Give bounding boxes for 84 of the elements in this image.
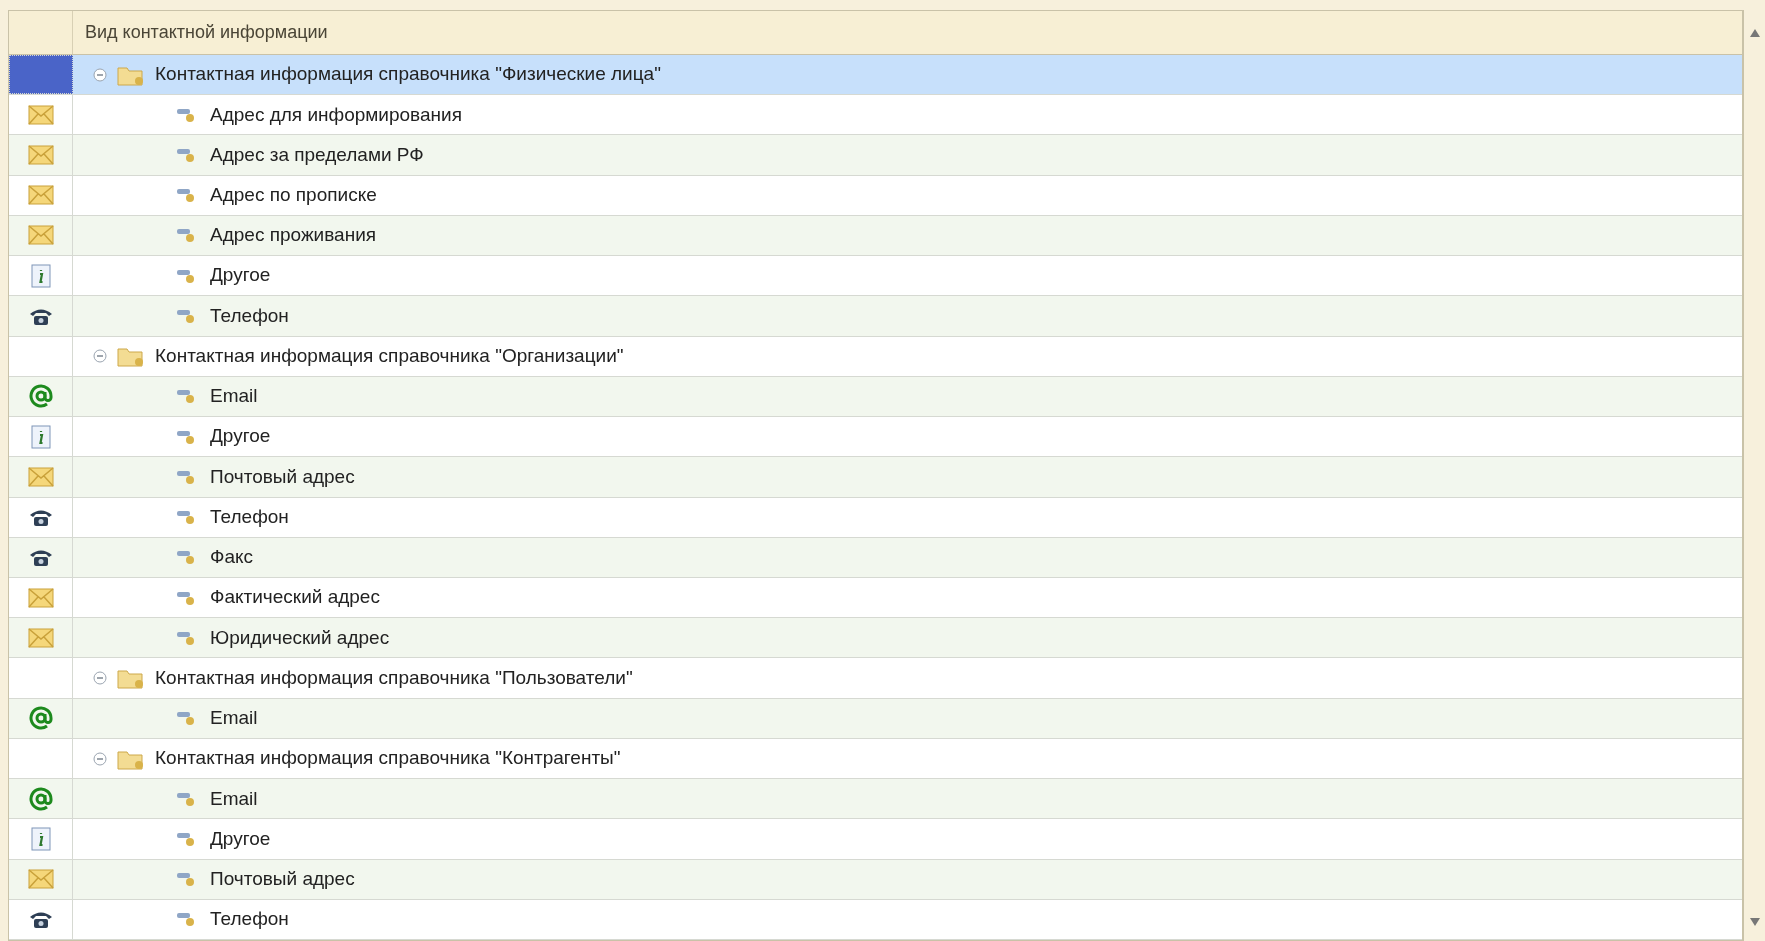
attribute-icon	[176, 468, 196, 485]
attribute-icon	[176, 428, 196, 445]
scroll-down-icon[interactable]	[1748, 917, 1761, 927]
item-label: Телефон	[210, 303, 289, 328]
item-label: Email	[210, 786, 258, 811]
tree-row[interactable]: Другое	[9, 819, 1742, 860]
attribute-icon	[176, 267, 196, 284]
attribute-icon	[176, 629, 196, 646]
tree-row[interactable]: Фактический адрес	[9, 577, 1742, 619]
envelope-icon	[27, 185, 54, 206]
attribute-icon	[176, 710, 196, 727]
attribute-icon	[176, 227, 196, 244]
folder-icon	[117, 345, 145, 368]
tree-row[interactable]: Email	[9, 698, 1742, 739]
group-row[interactable]: Контактная информация справочника "Организации"	[9, 336, 1742, 377]
at-sign-icon	[28, 706, 53, 731]
item-label: Телефон	[210, 504, 289, 529]
attribute-icon	[176, 307, 196, 324]
tree-row[interactable]: Адрес проживания	[9, 215, 1742, 257]
tree-row[interactable]: Email	[9, 779, 1742, 820]
attribute-icon	[176, 831, 196, 847]
tree-row[interactable]: Факс	[9, 537, 1742, 578]
envelope-icon	[27, 587, 54, 608]
tree-row[interactable]: Телефон	[9, 497, 1742, 538]
group-row[interactable]: Контактная информация справочника "Пользователи"	[9, 658, 1742, 699]
at-sign-icon	[28, 384, 53, 409]
item-label: Адрес за пределами РФ	[210, 142, 424, 167]
tree-row[interactable]: Почтовый адрес	[9, 457, 1742, 498]
group-label: Контактная информация справочника "Организации"	[155, 343, 624, 368]
item-label: Факс	[210, 545, 254, 570]
item-label: Email	[210, 384, 258, 409]
item-label: Юридический адрес	[210, 625, 390, 650]
collapse-toggle-icon[interactable]	[93, 67, 107, 82]
envelope-icon	[27, 627, 54, 648]
attribute-icon	[176, 790, 196, 807]
attribute-icon	[176, 871, 196, 888]
collapse-toggle-icon[interactable]	[93, 671, 107, 686]
collapse-toggle-icon[interactable]	[93, 349, 107, 364]
item-label: Адрес для информирования	[210, 102, 462, 127]
tree-row[interactable]: Другое	[9, 256, 1742, 297]
attribute-icon	[176, 147, 196, 163]
tree-row[interactable]: Адрес за пределами РФ	[9, 135, 1742, 176]
scroll-up-icon[interactable]	[1748, 28, 1761, 38]
info-icon	[30, 827, 51, 851]
envelope-icon	[27, 466, 54, 487]
tree-row[interactable]: Email	[9, 376, 1742, 418]
tree-row[interactable]: Адрес для информирования	[9, 95, 1742, 136]
envelope-icon	[27, 225, 54, 246]
tree-row[interactable]: Юридический адрес	[9, 618, 1742, 659]
item-label: Другое	[210, 424, 271, 449]
tree-row[interactable]: Почтовый адрес	[9, 859, 1742, 900]
envelope-icon	[27, 104, 54, 125]
folder-icon	[117, 667, 145, 690]
item-label: Другое	[210, 826, 271, 851]
tree-row[interactable]: Адрес по прописке	[9, 175, 1742, 216]
item-label: Почтовый адрес	[210, 866, 355, 891]
attribute-icon	[176, 187, 196, 204]
item-label: Фактический адрес	[210, 585, 380, 610]
attribute-icon	[176, 509, 196, 526]
info-icon	[30, 424, 51, 449]
item-label: Адрес по прописке	[210, 183, 377, 207]
attribute-icon	[176, 589, 196, 606]
envelope-icon	[27, 145, 54, 165]
envelope-icon	[27, 869, 54, 890]
group-row[interactable]: Контактная информация справочника "Контрагенты"	[9, 738, 1742, 780]
item-label: Адрес проживания	[210, 223, 377, 248]
attribute-icon	[176, 106, 196, 123]
attribute-icon	[176, 388, 196, 405]
item-label: Email	[210, 706, 258, 731]
attribute-icon	[176, 911, 196, 928]
collapse-toggle-icon[interactable]	[93, 751, 107, 766]
group-label: Контактная информация справочника "Физические лица"	[155, 62, 661, 87]
info-icon	[30, 263, 51, 288]
group-label: Контактная информация справочника "Контрагенты"	[155, 746, 621, 771]
attribute-icon	[176, 549, 196, 566]
tree-row[interactable]: Другое	[9, 417, 1742, 458]
tree-row[interactable]: Телефон	[9, 899, 1742, 941]
tree-row[interactable]: Телефон	[9, 296, 1742, 337]
item-label: Почтовый адрес	[210, 464, 355, 489]
item-label: Другое	[210, 263, 271, 288]
item-label: Телефон	[210, 907, 289, 932]
at-sign-icon	[28, 786, 53, 811]
group-label: Контактная информация справочника "Пользователи"	[155, 665, 633, 690]
group-row[interactable]: Контактная информация справочника "Физические лица"	[9, 54, 1742, 96]
